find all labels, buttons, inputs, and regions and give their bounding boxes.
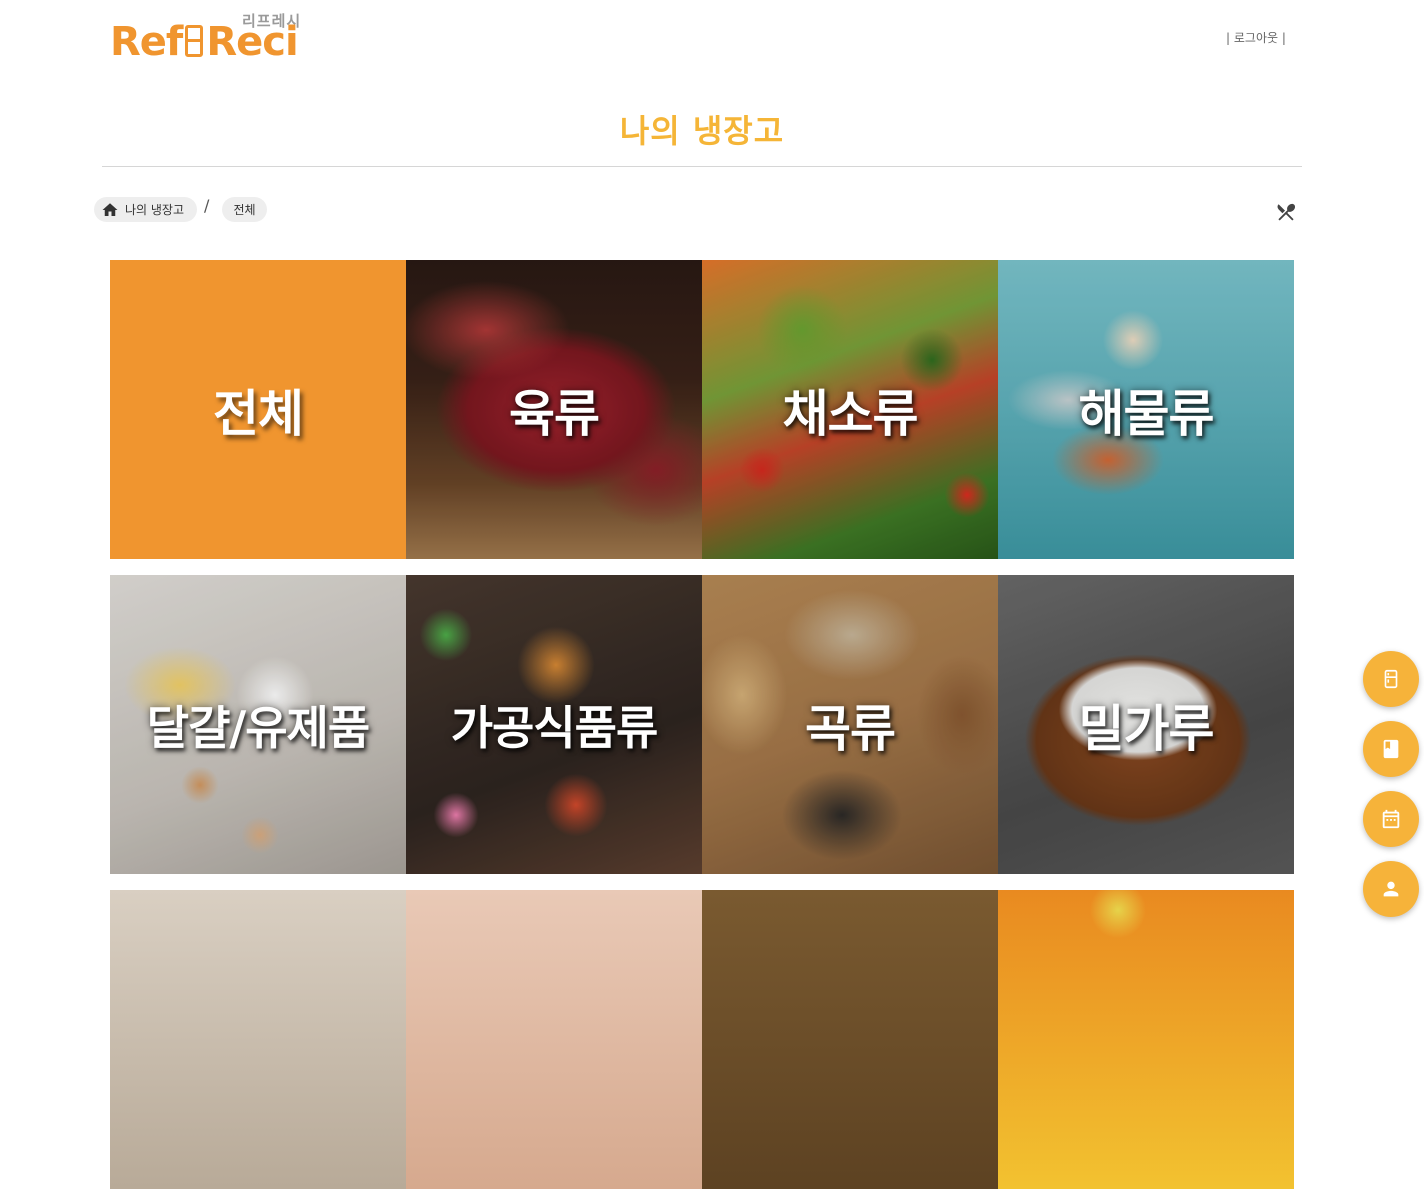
category-tile-vegetables[interactable]: 채소류: [702, 260, 998, 559]
category-label: 채소류: [782, 384, 919, 443]
book-icon: [1383, 739, 1399, 759]
fridge-icon: [1384, 669, 1398, 689]
category-tile-grains[interactable]: 곡류: [702, 575, 998, 874]
category-tile-row3-2[interactable]: [406, 890, 702, 1189]
calendar-icon: [1382, 809, 1400, 829]
breadcrumb-home-label: 나의 냉장고: [125, 203, 185, 217]
category-label: 밀가루: [1078, 699, 1215, 758]
logo-subtitle: 리프레시: [242, 12, 302, 30]
category-label: 가공식품류: [450, 700, 659, 755]
category-tile-meat[interactable]: 육류: [406, 260, 702, 559]
category-label: 전체: [213, 384, 304, 443]
category-tile-processed[interactable]: 가공식품류: [406, 575, 702, 874]
calendar-fab-button[interactable]: [1363, 791, 1419, 847]
category-tile-dairy[interactable]: 달걀/유제품: [110, 575, 406, 874]
category-label: 육류: [509, 384, 600, 443]
category-tile-flour[interactable]: 밀가루: [998, 575, 1294, 874]
profile-fab-button[interactable]: [1363, 861, 1419, 917]
person-icon: [1383, 881, 1399, 897]
category-tile-row3-3[interactable]: [702, 890, 998, 1189]
category-label: 곡류: [805, 699, 896, 758]
breadcrumb-current[interactable]: 전체: [222, 197, 267, 222]
category-tile-all[interactable]: 전체: [110, 260, 406, 559]
cutlery-icon[interactable]: [1275, 201, 1297, 223]
breadcrumb-current-label: 전체: [233, 203, 256, 217]
category-label: 달걀/유제품: [146, 700, 370, 755]
category-tile-seafood[interactable]: 해물류: [998, 260, 1294, 559]
category-tile-row3-4[interactable]: [998, 890, 1294, 1189]
logo[interactable]: Ref Reci 리프레시: [110, 10, 320, 66]
category-label: 해물류: [1078, 384, 1215, 443]
page-title: 나의 냉장고: [619, 112, 785, 150]
fridge-logo-icon: [185, 25, 204, 57]
recipe-book-fab-button[interactable]: [1363, 721, 1419, 777]
logout-link[interactable]: | 로그아웃 |: [1226, 29, 1286, 46]
fridge-fab-button[interactable]: [1363, 651, 1419, 707]
home-icon: [102, 202, 118, 216]
title-divider: [102, 166, 1302, 167]
category-tile-row3-1[interactable]: [110, 890, 406, 1189]
breadcrumb-separator: /: [204, 196, 210, 215]
breadcrumb-home[interactable]: 나의 냉장고: [94, 197, 197, 222]
